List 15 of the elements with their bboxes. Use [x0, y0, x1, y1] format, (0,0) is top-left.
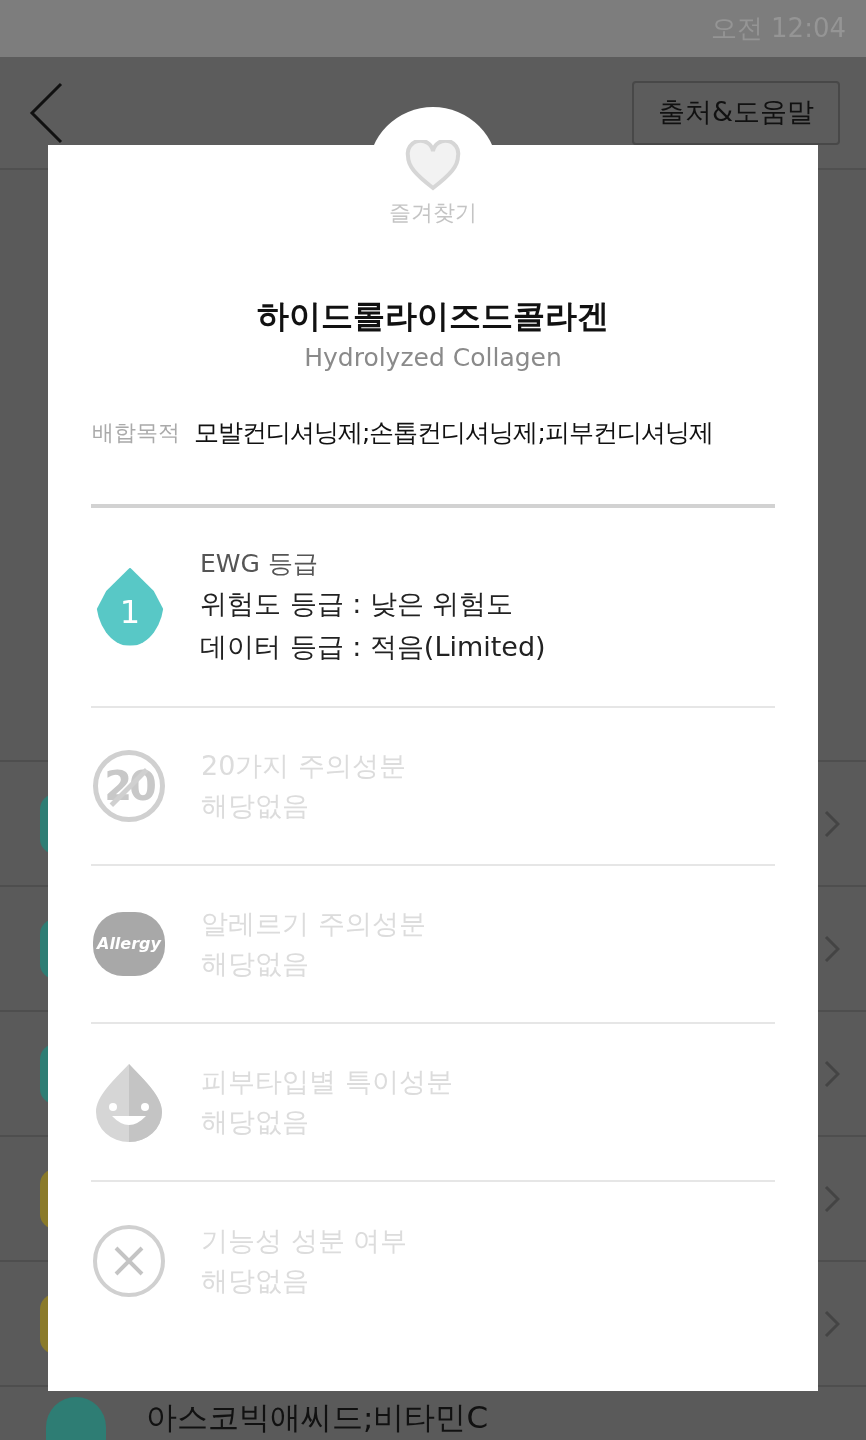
heart-icon: [405, 140, 461, 192]
close-circle-icon: [92, 1223, 166, 1298]
allergy-icon: Allergy: [93, 911, 165, 976]
help-button[interactable]: 출처&도움말: [631, 80, 840, 145]
purpose-label: 배합목적: [92, 419, 180, 448]
back-icon[interactable]: [28, 81, 64, 144]
ingredient-name: 아스코빅애씨드;비타민C: [146, 1398, 489, 1437]
ingredient-english-name: Hydrolyzed Collagen: [304, 342, 562, 374]
ewg-grade-line: 데이터 등급 : 적음(Limited): [200, 629, 546, 664]
purpose-value: 모발컨디셔닝제;손톱컨디셔닝제;피부컨디셔닝제: [194, 417, 713, 449]
ewg-grade-line: 위험도 등급 : 낮은 위험도: [200, 586, 515, 621]
favorite-button[interactable]: 즐겨찾기: [389, 140, 477, 228]
grade-drop-icon: 1: [96, 567, 164, 646]
ingredient-korean-name: 하이드롤라이즈드콜라겐: [257, 296, 609, 336]
ewg-title: EWG 등급: [200, 547, 319, 580]
